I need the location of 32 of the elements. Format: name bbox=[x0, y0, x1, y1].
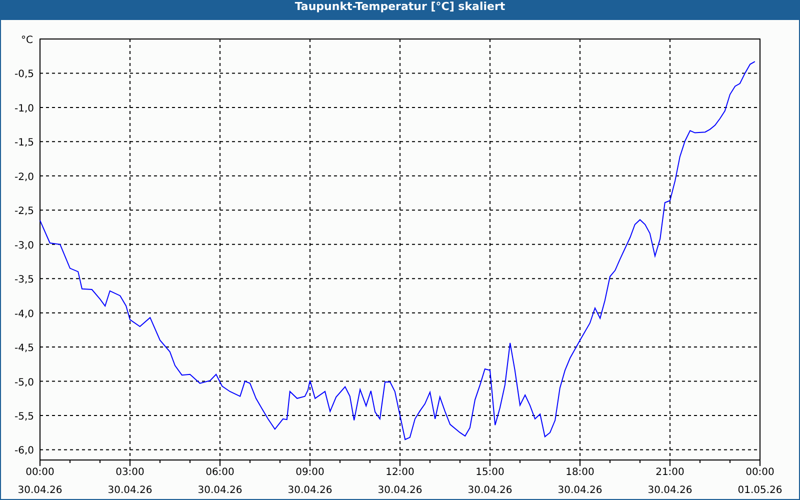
x-date-label: 30.04.26 bbox=[288, 485, 332, 496]
x-tick-label: 12:00 bbox=[386, 467, 414, 478]
window-title: Taupunkt-Temperatur [°C] skaliert bbox=[1, 0, 799, 20]
y-tick-label: -4,5 bbox=[14, 343, 34, 354]
y-tick-label: -2,0 bbox=[14, 172, 34, 183]
y-tick-label: -6,0 bbox=[14, 446, 34, 457]
x-tick-label: 00:00 bbox=[26, 467, 54, 478]
x-tick-label: 09:00 bbox=[296, 467, 324, 478]
y-tick-label: -5,0 bbox=[14, 377, 34, 388]
x-date-label: 30.04.26 bbox=[108, 485, 152, 496]
x-tick-label: 00:00 bbox=[746, 467, 774, 478]
x-date-label: 01.05.26 bbox=[738, 485, 782, 496]
x-tick-label: 21:00 bbox=[656, 467, 684, 478]
y-tick-label: -3,5 bbox=[14, 274, 34, 286]
x-date-label: 30.04.26 bbox=[558, 485, 602, 496]
y-tick-label: -2,5 bbox=[14, 206, 34, 218]
y-tick-label: -1,5 bbox=[14, 138, 34, 149]
y-tick-label: -5,5 bbox=[14, 412, 34, 422]
x-tick-label: 15:00 bbox=[476, 467, 504, 478]
x-tick-label: 06:00 bbox=[206, 467, 234, 478]
y-tick-label: -1,0 bbox=[14, 103, 34, 114]
x-tick-label: 03:00 bbox=[116, 467, 144, 478]
x-date-label: 30.04.26 bbox=[648, 485, 692, 496]
y-tick-label: -4,0 bbox=[14, 308, 34, 320]
y-tick-label: -3,0 bbox=[14, 240, 34, 252]
y-axis-unit: °C bbox=[21, 35, 33, 46]
x-date-label: 30.04.26 bbox=[198, 485, 242, 496]
x-date-label: 30.04.26 bbox=[18, 485, 62, 496]
y-tick-label: -0,5 bbox=[14, 69, 34, 80]
x-tick-label: 18:00 bbox=[566, 467, 594, 478]
x-date-label: 30.04.26 bbox=[468, 485, 512, 496]
x-date-label: 30.04.26 bbox=[378, 485, 422, 496]
